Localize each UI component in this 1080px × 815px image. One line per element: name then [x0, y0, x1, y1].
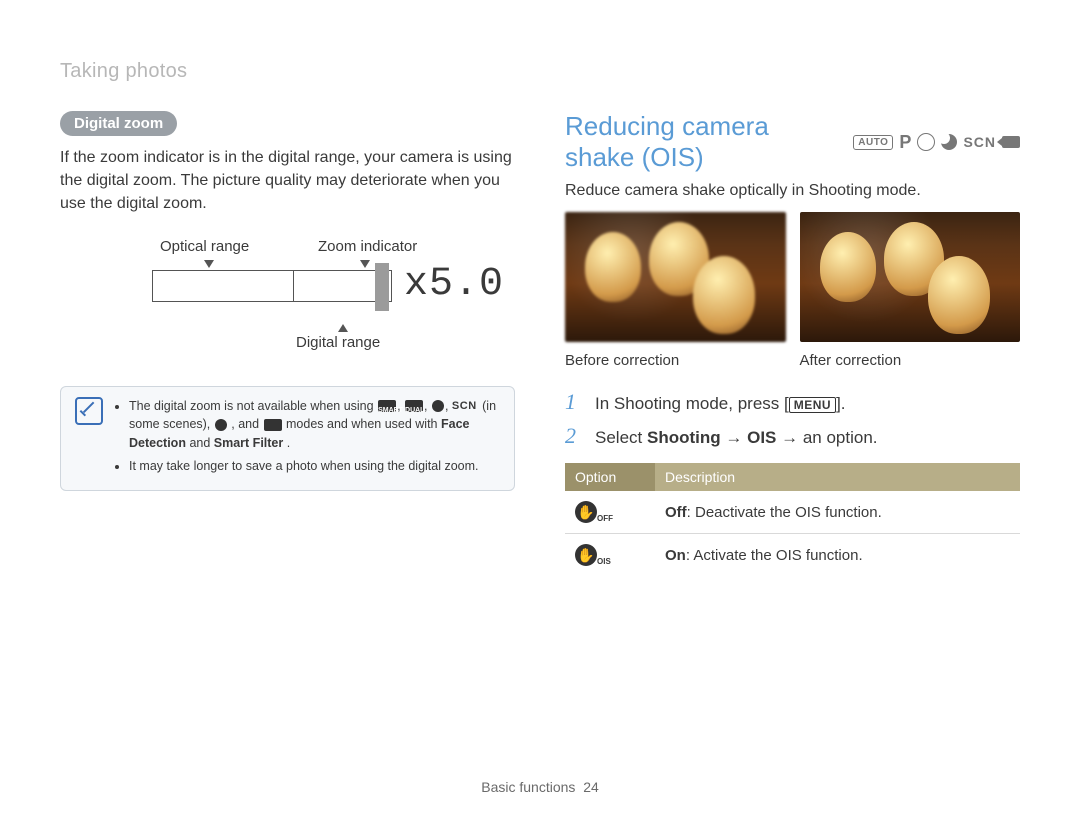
left-column: Digital zoom If the zoom indicator is in… [60, 111, 515, 576]
steps-list: 1 In Shooting mode, press [MENU]. 2 Sele… [565, 389, 1020, 449]
option-desc: : Deactivate the OIS function. [687, 504, 882, 521]
step-text: In Shooting mode, press [MENU]. [595, 394, 1020, 414]
option-icon-cell: ✋OFF [565, 491, 655, 534]
step-text-part: Select [595, 428, 647, 447]
page-footer: Basic functions 24 [60, 779, 1020, 795]
breadcrumb: Taking photos [60, 60, 1020, 83]
digital-range-label: Digital range [296, 334, 380, 351]
ois-off-icon: ✋ [575, 501, 597, 523]
option-desc-cell: On: Activate the OIS function. [655, 534, 1020, 577]
option-icon-cell: ✋OIS [565, 534, 655, 577]
note-text: modes and when used with [286, 417, 441, 431]
zoom-bar-divider [293, 271, 294, 301]
ois-subtitle: Reduce camera shake optically in Shootin… [565, 179, 1020, 202]
photo-face [928, 256, 990, 334]
mode-timer-icon [432, 400, 444, 412]
note-text: . [287, 436, 290, 450]
after-caption: After correction [800, 352, 1021, 369]
mode-auto-icon: AUTO [853, 135, 893, 150]
after-cell: After correction [800, 212, 1021, 369]
mode-scn-inline: SCN [452, 398, 477, 415]
note-item: It may take longer to save a photo when … [129, 457, 500, 476]
option-desc-cell: Off: Deactivate the OIS function. [655, 491, 1020, 534]
arrow-icon [360, 260, 370, 268]
table-header-option: Option [565, 463, 655, 491]
step-text: Select Shooting → OIS → an option. [595, 428, 1020, 448]
mode-night-icon [941, 134, 957, 150]
step-arrow: → [721, 428, 747, 447]
optical-range-label: Optical range [160, 238, 249, 255]
photo-face [693, 256, 755, 334]
options-table: Option Description ✋OFF Off: Deactivate … [565, 463, 1020, 576]
menu-button-icon: MENU [789, 397, 836, 413]
mode-nightmoon-icon [215, 419, 227, 431]
mode-timer-icon [917, 133, 935, 151]
right-column: Reducing camera shake (OIS) AUTO P SCN R… [565, 111, 1020, 576]
step-bold: Shooting [647, 428, 721, 447]
smart-filter-label: Smart Filter [214, 436, 283, 450]
note-list: The digital zoom is not available when u… [115, 397, 500, 480]
photo-face [820, 232, 876, 302]
step-text-part: In Shooting mode, press [ [595, 394, 789, 413]
footer-page-number: 24 [583, 779, 599, 795]
title-text: Reducing camera shake (OIS) [565, 111, 841, 173]
step-text-part: → an option. [776, 428, 877, 447]
mode-p-icon: P [899, 132, 911, 153]
photo-face [585, 232, 641, 302]
step-text-part: ]. [836, 394, 845, 413]
zoom-bar-outline [152, 270, 392, 302]
note-icon [75, 397, 103, 425]
mode-dual-icon: DUAL [405, 400, 423, 412]
option-label: Off [665, 504, 687, 521]
mode-smart-icon: SMART [378, 400, 396, 412]
two-column-layout: Digital zoom If the zoom indicator is in… [60, 111, 1020, 576]
table-header-row: Option Description [565, 463, 1020, 491]
note-item: The digital zoom is not available when u… [129, 397, 500, 453]
digital-zoom-badge: Digital zoom [60, 111, 177, 136]
arrow-icon [204, 260, 214, 268]
comparison-photos: Before correction After correction [565, 212, 1020, 369]
option-label: On [665, 547, 686, 564]
step-number: 1 [565, 389, 589, 415]
note-text: The digital zoom is not available when u… [129, 399, 377, 413]
zoom-diagram: Optical range Zoom indicator x5.0 Digita… [60, 238, 515, 358]
note-text: and [189, 436, 213, 450]
zoom-indicator-label: Zoom indicator [318, 238, 417, 255]
before-cell: Before correction [565, 212, 786, 369]
ois-on-icon: ✋ [575, 544, 597, 566]
note-box: The digital zoom is not available when u… [60, 386, 515, 491]
before-caption: Before correction [565, 352, 786, 369]
footer-section: Basic functions [481, 779, 575, 795]
mode-video-icon [264, 419, 282, 431]
mode-video-icon [1002, 136, 1020, 148]
table-row: ✋OFF Off: Deactivate the OIS function. [565, 491, 1020, 534]
step-bold: OIS [747, 428, 776, 447]
ois-on-sub: OIS [597, 557, 611, 566]
ois-off-sub: OFF [597, 514, 613, 523]
zoom-readout: x5.0 [404, 262, 504, 307]
arrow-icon [338, 324, 348, 332]
zoom-bar-indicator [375, 263, 389, 311]
zoom-bar [152, 270, 392, 302]
mode-icon-row: AUTO P SCN [853, 132, 1020, 153]
table-row: ✋OIS On: Activate the OIS function. [565, 534, 1020, 577]
step-number: 2 [565, 423, 589, 449]
after-photo [800, 212, 1021, 342]
manual-page: Taking photos Digital zoom If the zoom i… [0, 0, 1080, 815]
digital-zoom-paragraph: If the zoom indicator is in the digital … [60, 146, 515, 216]
before-photo [565, 212, 786, 342]
table-header-description: Description [655, 463, 1020, 491]
option-desc: : Activate the OIS function. [686, 547, 863, 564]
note-text: , and [231, 417, 262, 431]
mode-scn-icon: SCN [963, 134, 996, 150]
ois-section-title: Reducing camera shake (OIS) AUTO P SCN [565, 111, 1020, 173]
